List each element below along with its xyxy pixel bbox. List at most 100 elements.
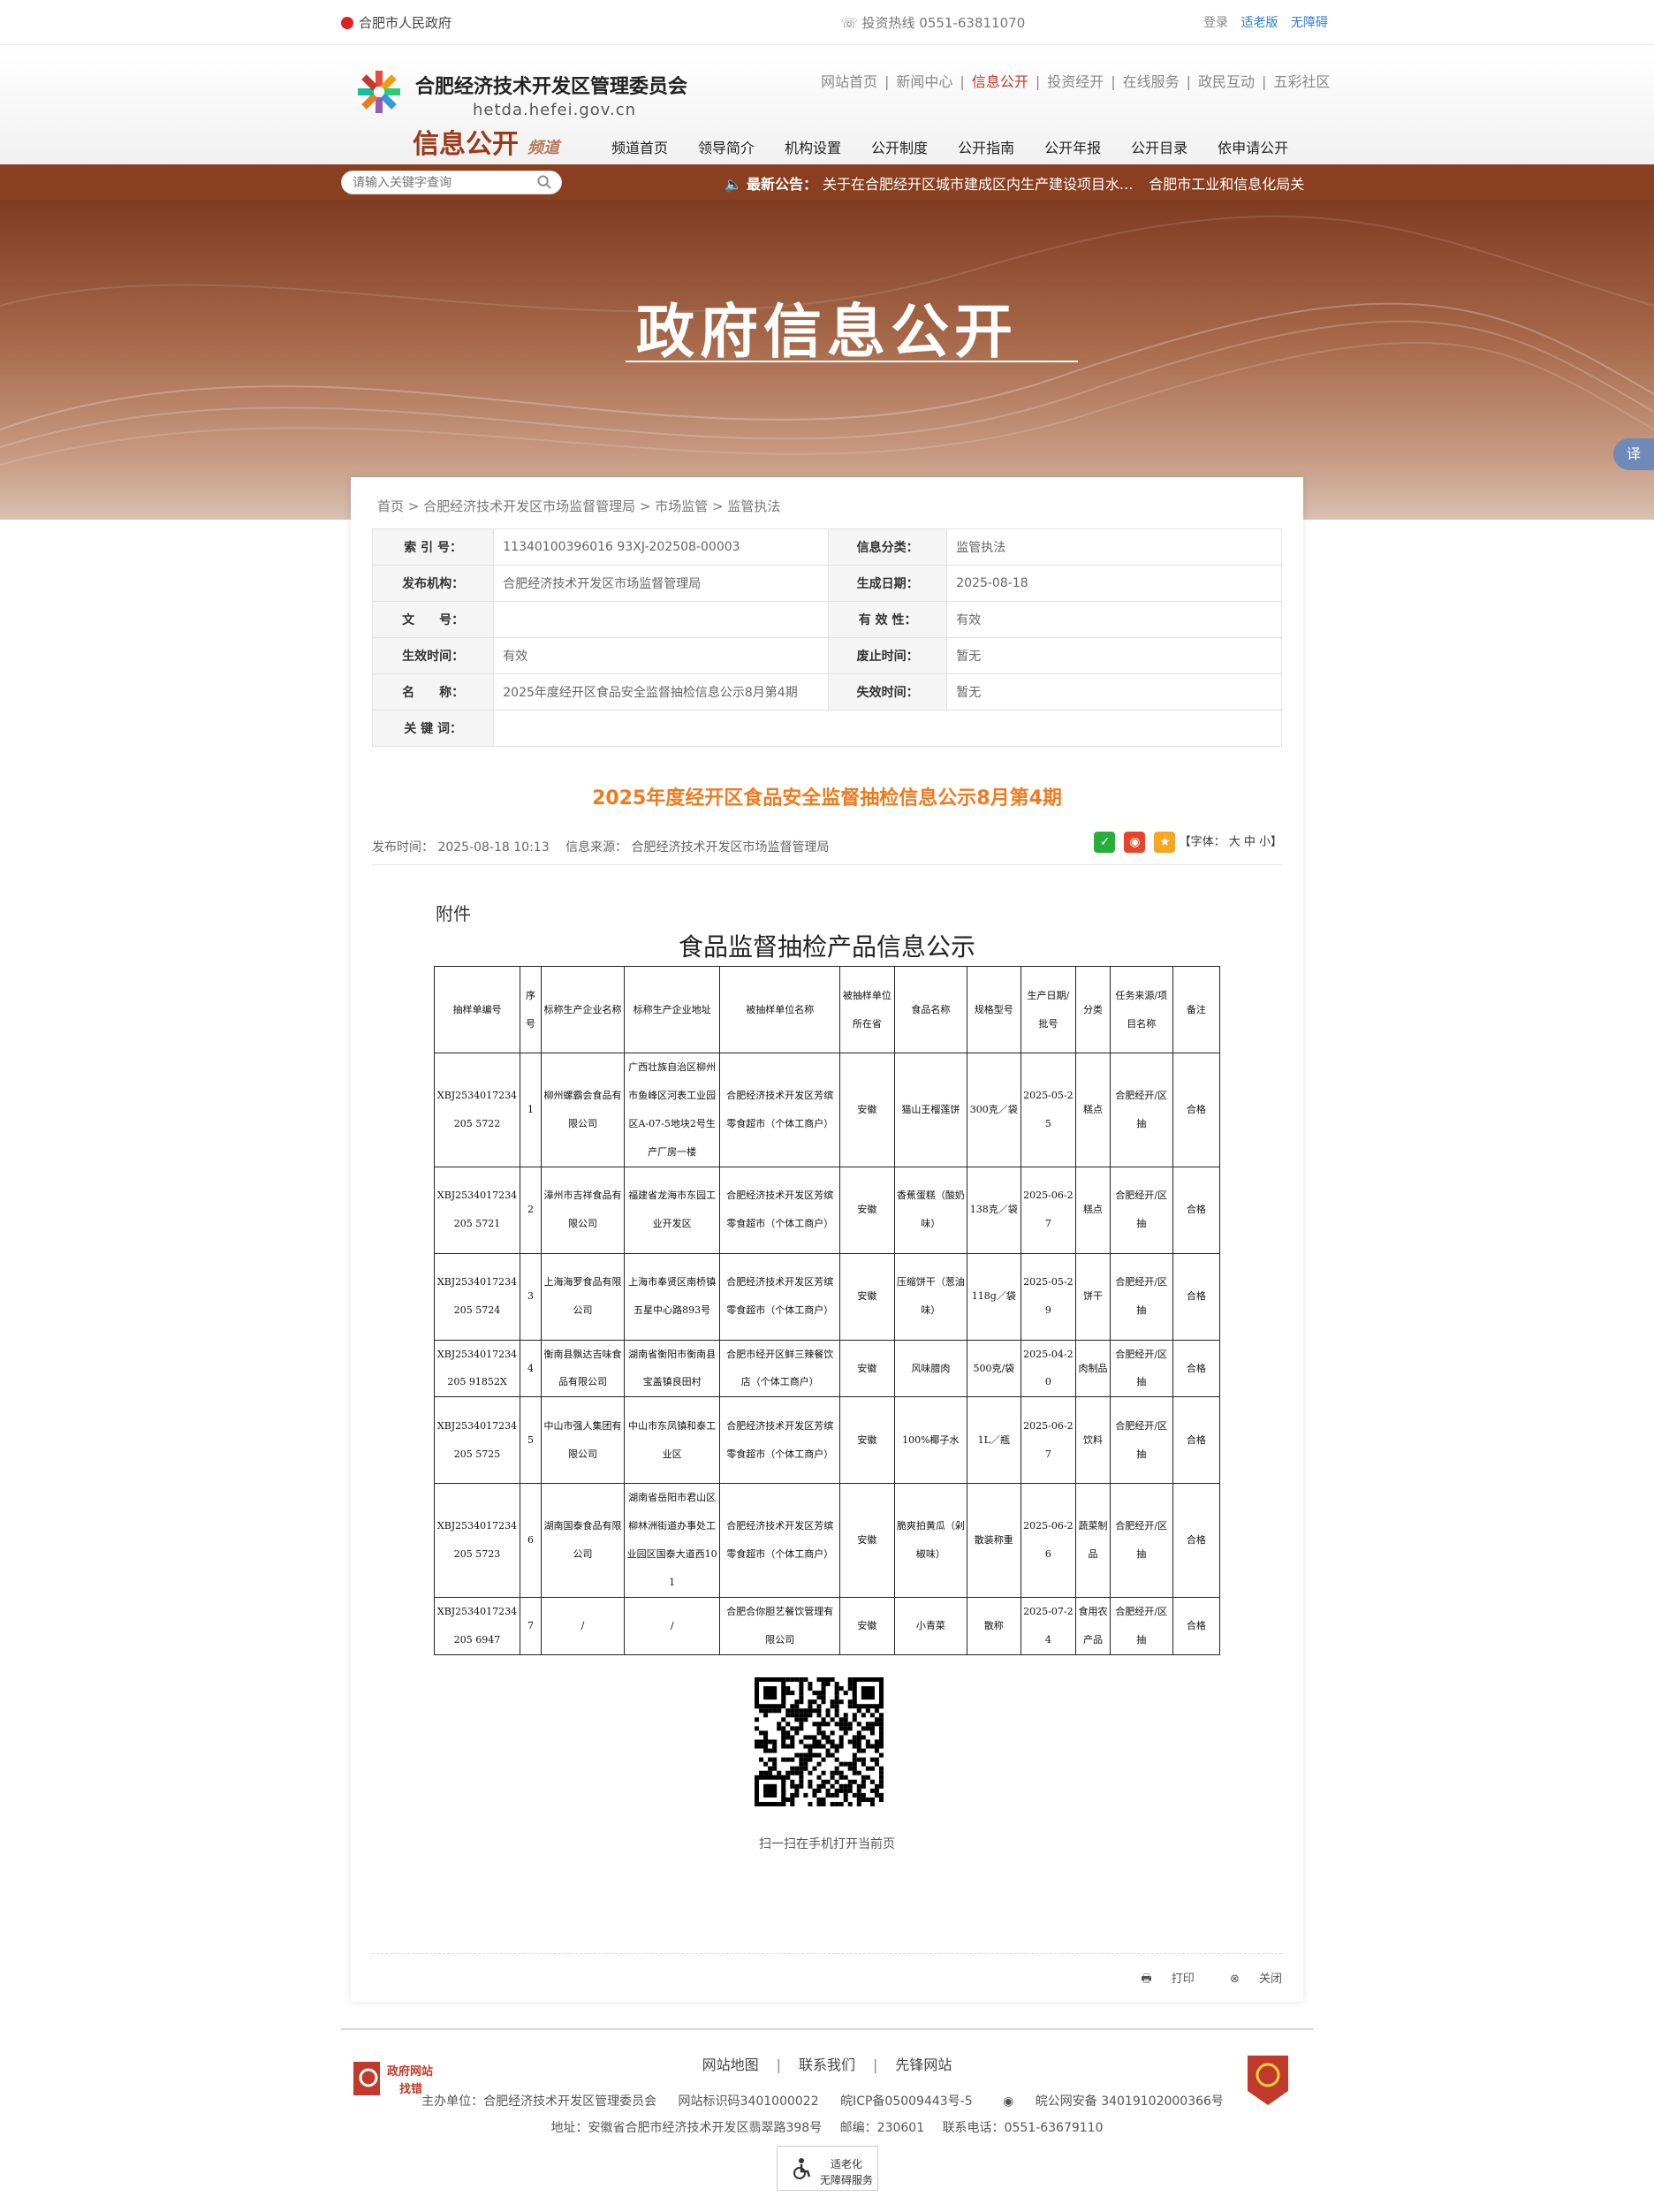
top-nav-item[interactable]: 在线服务 [1123, 73, 1180, 90]
table-header-cell: 序号 [520, 966, 542, 1053]
translate-button[interactable]: 译 [1613, 438, 1654, 470]
table-cell: 合格 [1172, 1339, 1221, 1398]
notice-item[interactable]: 合肥市工业和信息化局关 [1149, 176, 1304, 193]
footer-address-text: 地址：安徽省合肥市经济技术开发区翡翠路398号 [550, 2121, 823, 2135]
table-cell: 湖南国泰食品有限公司 [541, 1483, 625, 1598]
nav-sep: | [960, 73, 965, 90]
site-logo-icon[interactable] [356, 69, 402, 115]
table-cell: 上海市奉贤区南桥镇五星中心路893号 [623, 1252, 721, 1341]
breadcrumb-item[interactable]: 市场监管 [655, 498, 708, 514]
search-box [341, 171, 562, 194]
table-header-cell: 标称生产企业地址 [623, 966, 721, 1053]
breadcrumb-item[interactable]: 首页 [377, 498, 404, 514]
notice-item[interactable]: 关于在合肥经开区城市建成区内生产建设项目水... [823, 176, 1133, 193]
close-button[interactable]: ⊗ 关闭 [1214, 1973, 1282, 1986]
channel-nav-item[interactable]: 领导简介 [698, 136, 755, 157]
top-nav-item[interactable]: 投资经开 [1047, 73, 1104, 90]
table-cell: 7 [520, 1596, 542, 1655]
table-row: XBJ2534017234205 5722 1 柳州螺霸会食品有限公司 广西壮族自治区… [433, 1053, 1221, 1167]
table-header-cell: 被抽样单位名称 [719, 966, 841, 1053]
table-cell: 风味腊肉 [893, 1339, 968, 1398]
print-button[interactable]: 🖶 打印 [1125, 1973, 1194, 1986]
channel-nav-item[interactable]: 公开指南 [958, 136, 1014, 157]
footer-link[interactable]: 网站地图 [702, 2056, 759, 2073]
channel-nav-item[interactable]: 频道首页 [611, 136, 668, 157]
top-nav-item[interactable]: 信息公开 [972, 73, 1028, 90]
table-cell: XBJ2534017234205 5724 [433, 1252, 521, 1341]
table-header-cell: 被抽样单位所在省 [839, 966, 895, 1053]
table-cell: XBJ2534017234205 5723 [433, 1483, 521, 1598]
aging-service-button[interactable]: 适老化 无障碍服务 [777, 2146, 878, 2191]
table-cell: 2025-06-27 [1020, 1166, 1077, 1254]
weibo-share-icon[interactable]: ◉ [1124, 832, 1146, 853]
aging-service-label: 适老化 无障碍服务 [820, 2156, 873, 2188]
table-cell: 香蕉蛋糕（酸奶味） [893, 1166, 968, 1254]
table-cell: 散称 [967, 1596, 1021, 1655]
gov-name: 合肥市人民政府 [359, 15, 452, 31]
meta-label: 名 称： [371, 673, 495, 711]
banner-underline [626, 361, 1078, 362]
search-input[interactable] [353, 171, 529, 194]
footer-address: 地址：安徽省合肥市经济技术开发区翡翠路398号 邮编：230601 联系电话：0… [0, 2118, 1654, 2136]
table-cell: XBJ2534017234205 5721 [433, 1166, 521, 1254]
table-cell: 安徽 [839, 1339, 895, 1398]
meta-label: 关 键 词： [371, 710, 495, 747]
table-cell: 安徽 [839, 1396, 895, 1485]
gov-link[interactable]: 合肥市人民政府 [341, 13, 451, 32]
search-icon[interactable] [537, 175, 552, 190]
hotline: ☏ 投资热线 0551-63811070 [841, 13, 1025, 32]
inspection-table: 抽样单编号 序号 标称生产企业名称 标称生产企业地址 被抽样单位名称 被抽样单位所在省 食品… [433, 966, 1221, 1655]
table-row: XBJ2534017234205 5724 3 上海海罗食品有限公司 上海市奉贤区南桥… [433, 1252, 1221, 1341]
meta-label: 文 号： [371, 601, 495, 638]
phone-icon: ☏ [841, 15, 862, 31]
channel-nav-item[interactable]: 依申请公开 [1218, 136, 1288, 157]
top-nav-item[interactable]: 五彩社区 [1273, 73, 1330, 90]
footer-link[interactable]: 联系我们 [799, 2056, 855, 2073]
table-cell: 2025-05-29 [1020, 1252, 1077, 1341]
channel-nav-item[interactable]: 公开目录 [1131, 136, 1187, 157]
table-row: XBJ2534017234205 5723 6 湖南国泰食品有限公司 湖南省岳阳市君山… [433, 1483, 1221, 1598]
footer-link[interactable]: 先锋网站 [895, 2056, 952, 2073]
accessible-link[interactable]: 无障碍 [1291, 16, 1328, 30]
table-cell: 6 [520, 1483, 542, 1598]
table-cell: 3 [520, 1252, 542, 1341]
elder-mode-link[interactable]: 适老版 [1240, 16, 1278, 30]
table-cell: 漳州市吉祥食品有限公司 [541, 1166, 625, 1254]
footer-icp[interactable]: 皖ICP备05009443号-5 [840, 2094, 973, 2109]
channel-nav-item[interactable]: 机构设置 [785, 136, 841, 157]
table-cell: 安徽 [839, 1053, 895, 1167]
table-cell: XBJ2534017234205 91852X [433, 1339, 521, 1398]
meta-label: 生效时间： [371, 637, 495, 674]
table-cell: 中山市强人集团有限公司 [541, 1396, 625, 1485]
font-size-switch[interactable]: 【字体： 大 中 小】 [1180, 836, 1282, 849]
close-icon: ⊗ [1229, 1973, 1243, 1986]
share-bar: ✓ ◉ ★ 【字体： 大 中 小】 [1085, 832, 1282, 853]
banner-title: 政府信息公开 [636, 298, 1018, 366]
meta-value [493, 601, 829, 638]
footer-host: 主办单位：合肥经济技术开发区管理委员会 [421, 2094, 657, 2109]
print-label: 打印 [1171, 1973, 1195, 1986]
top-nav-item[interactable]: 网站首页 [821, 73, 877, 90]
footer-police[interactable]: ◉ 皖公网安备 34019102000366号 [994, 2094, 1233, 2109]
footer-sep: | [873, 2056, 878, 2073]
table-cell: 安徽 [839, 1166, 895, 1254]
qr-code [755, 1677, 884, 1806]
wechat-share-icon[interactable]: ✓ [1094, 832, 1116, 853]
table-cell: XBJ2534017234205 5725 [433, 1396, 521, 1485]
breadcrumb-item[interactable]: 监管执法 [727, 498, 780, 514]
favorite-icon[interactable]: ★ [1154, 832, 1176, 853]
table-cell: 合肥经开/区抽 [1109, 1339, 1173, 1398]
wheelchair-icon [793, 2158, 811, 2179]
top-nav-item[interactable]: 政民互动 [1198, 73, 1255, 90]
top-nav-item[interactable]: 新闻中心 [896, 73, 952, 90]
channel-nav-item[interactable]: 公开制度 [871, 136, 928, 157]
table-cell: 肉制品 [1075, 1339, 1111, 1398]
login-link[interactable]: 登录 [1203, 16, 1228, 30]
table-cell: 合肥经开/区抽 [1109, 1396, 1173, 1485]
table-row: XBJ2534017234205 6947 7// 合肥合你胆艺餐饮管理有限公司 安徽… [433, 1596, 1221, 1655]
table-cell: 合肥经开/区抽 [1109, 1483, 1173, 1598]
table-cell: 安徽 [839, 1252, 895, 1341]
breadcrumb-item[interactable]: 合肥经济技术开发区市场监督管理局 [423, 498, 635, 514]
hotline-text: 投资热线 0551-63811070 [861, 15, 1026, 31]
channel-nav-item[interactable]: 公开年报 [1044, 136, 1101, 157]
